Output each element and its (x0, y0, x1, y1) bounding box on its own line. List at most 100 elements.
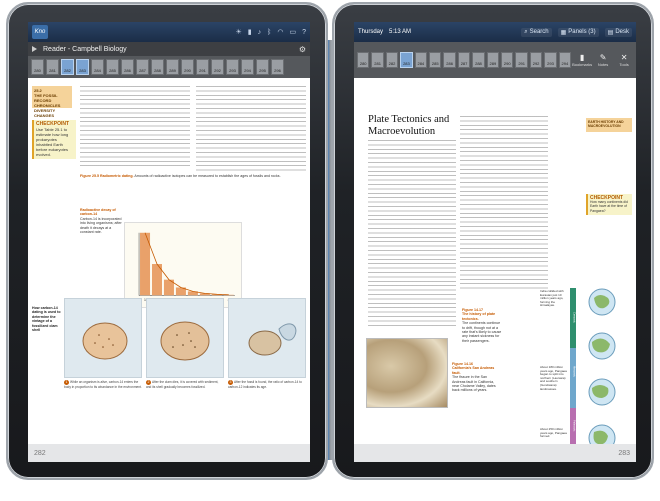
figure-14-16-caption: Figure 14.16 California's San Andreas fa… (452, 362, 496, 393)
page-thumbnail[interactable]: 281 (46, 59, 59, 75)
clam-fossil-illustration: 1 While an organism is alive, carbon-14 e… (30, 298, 308, 398)
era-paleozoic: Paleozoic (572, 420, 576, 432)
body-text-column-2 (196, 86, 306, 172)
right-body-column-2 (460, 116, 548, 292)
page-thumbnail[interactable]: 286 (121, 59, 134, 75)
right-page-number: 283 (618, 449, 630, 457)
page-thumbnail[interactable]: 290 (181, 59, 194, 75)
page-thumbnail[interactable]: 282 (61, 59, 74, 75)
page-thumbnail[interactable]: 296 (271, 59, 284, 75)
illustration-panel-3 (228, 298, 306, 378)
chart-box-title: Radioactive decay of carbon-14 (80, 208, 116, 217)
page-thumbnail[interactable]: 284 (414, 52, 428, 68)
page-thumbnail[interactable]: 287 (457, 52, 471, 68)
page-thumbnail[interactable]: 281 (371, 52, 384, 68)
left-page-strip: 280 281 282 283 284 285 286 287 288 289 290 291 292 2… (28, 56, 310, 78)
page-thumbnail[interactable]: 291 (196, 59, 209, 75)
right-page-number-bar: 283 (354, 444, 636, 462)
panel-caption-3: 3 After the fossil is found, the ratio of… (228, 380, 302, 389)
illustration-panel-1 (64, 298, 142, 378)
chart-description: Radioactive decay of carbon-14 Carbon-14… (80, 208, 122, 234)
page-thumbnail[interactable]: 292 (529, 52, 543, 68)
page-thumbnail[interactable]: 288 (151, 59, 164, 75)
page-thumbnail[interactable]: 285 (429, 52, 442, 68)
page-thumbnail[interactable]: 283 (400, 52, 413, 68)
strip-tool-label: Bookmarks (572, 62, 593, 67)
plate-tectonics-timeline: India collided with Eurasian just 10 mil… (540, 288, 630, 458)
left-page: 25.2 THE FOSSIL RECORD CHRONICLES DIVERS… (28, 78, 310, 462)
tools-icon: ✕ (620, 53, 628, 62)
page-thumbnail[interactable]: 293 (226, 59, 239, 75)
page-thumbnail[interactable]: 280 (357, 52, 370, 68)
page-thumbnail[interactable]: 295 (256, 59, 269, 75)
page-thumbnail[interactable]: 292 (211, 59, 224, 75)
page-thumbnail[interactable]: 294 (558, 52, 572, 68)
page-thumbnail[interactable]: 283 (76, 59, 89, 75)
checkpoint-box: CHECKPOINT Use Table 25.1 to estimate ho… (32, 120, 76, 159)
bookmark-icon: ▮ (579, 53, 585, 62)
globe-label-3: About 250 million years ago, Pangaea for… (540, 427, 567, 439)
page-thumbnail[interactable]: 290 (501, 52, 514, 68)
search-button[interactable]: ⌕ Search (521, 27, 552, 37)
illustration-panel-2 (146, 298, 224, 378)
san-andreas-photo (366, 338, 448, 408)
search-icon: ⌕ (524, 28, 528, 35)
time-label: 5:13 AM (389, 29, 412, 35)
page-thumbnail[interactable]: 282 (385, 52, 399, 68)
page-thumbnail[interactable]: 291 (515, 52, 528, 68)
desk-button[interactable]: ▤ Desk (604, 27, 632, 37)
panels-button[interactable]: ▦ Panels (3) (557, 27, 599, 37)
page-thumbnail[interactable]: 293 (544, 52, 557, 68)
page-thumbnail[interactable]: 284 (91, 59, 104, 75)
strip-tool-label: Notes (597, 62, 609, 67)
panel-caption-2: 2 After the clam dies, it is covered with… (146, 380, 219, 389)
gear-icon[interactable]: ⚙ (299, 45, 306, 54)
play-icon[interactable] (32, 46, 37, 52)
section-title: THE FOSSIL RECORD CHRONICLES DIVERSITY C… (34, 93, 61, 118)
bluetooth-icon[interactable]: ᛒ (267, 29, 271, 36)
dual-tablet-scene: Kno ☀ ▮ ♪ ᛒ ◠ ▭ ? Reader - Campbell Biol… (0, 0, 660, 501)
bookmark-icon[interactable]: ▮ (248, 28, 252, 36)
brightness-icon[interactable]: ☀ (236, 28, 242, 36)
page-thumbnail[interactable]: 285 (106, 59, 119, 75)
figure-number: Figure 25.5 (80, 174, 99, 178)
page-thumbnail[interactable]: 289 (486, 52, 500, 68)
reader-tools: ▮ Bookmarks ✎ Notes ✕ Tools (572, 53, 633, 67)
page-thumbnail[interactable]: 289 (166, 59, 179, 75)
page-thumbnail[interactable]: 287 (136, 59, 149, 75)
strip-tool-tools[interactable]: ✕ Tools (615, 53, 633, 67)
right-section-box: EARTH HISTORY AND MACROEVOLUTION (586, 118, 632, 132)
chart-box-desc: Carbon-14 is incorporated into living or… (80, 216, 122, 235)
figure-caption: Figure 25.5 Radiometric dating. Amounts … (80, 174, 306, 178)
page-thumbnail[interactable]: 280 (31, 59, 44, 75)
right-top-bar: Thursday 5:13 AM ⌕ Search ▦ Panels (3) ▤ De… (354, 22, 636, 42)
right-checkpoint-text: How many continents did Earth have at th… (590, 200, 628, 213)
right-checkpoint-box: CHECKPOINT How many continents did Earth… (586, 194, 632, 215)
desk-icon: ▤ (607, 29, 614, 36)
body-text-column-1 (80, 86, 190, 166)
left-tablet: Kno ☀ ▮ ♪ ᛒ ◠ ▭ ? Reader - Campbell Biol… (6, 2, 328, 480)
figure-14-17-caption: Figure 14.17 The history of plate tecton… (462, 308, 502, 343)
page-thumbnail[interactable]: 288 (472, 52, 485, 68)
battery-icon: ▭ (289, 29, 297, 36)
reader-title: Reader - Campbell Biology (43, 45, 127, 53)
globe-label-1: India collided with Eurasian just 10 mil… (540, 289, 564, 308)
section-box: 25.2 THE FOSSIL RECORD CHRONICLES DIVERS… (32, 86, 72, 118)
kno-logo[interactable]: Kno (32, 25, 48, 39)
figure-title: Radiometric dating. (99, 174, 134, 178)
page-thumbnail[interactable]: 294 (241, 59, 254, 75)
help-icon[interactable]: ? (302, 29, 306, 36)
wifi-icon[interactable]: ◠ (277, 28, 283, 36)
notes-icon: ✎ (599, 53, 607, 62)
microphone-icon[interactable]: ♪ (258, 29, 262, 36)
right-tablet: Thursday 5:13 AM ⌕ Search ▦ Panels (3) ▤ De… (332, 2, 654, 480)
carbon-14-decay-chart: 12345678 (124, 222, 242, 308)
left-screen: Kno ☀ ▮ ♪ ᛒ ◠ ▭ ? Reader - Campbell Biol… (28, 22, 310, 462)
right-screen: Thursday 5:13 AM ⌕ Search ▦ Panels (3) ▤ De… (354, 22, 636, 462)
strip-tool-bookmarks[interactable]: ▮ Bookmarks (572, 53, 593, 67)
strip-tool-notes[interactable]: ✎ Notes (594, 53, 612, 67)
figure-caption-text: Amounts of radioactive isotopes can be m… (134, 174, 281, 178)
page-thumbnail[interactable]: 286 (443, 52, 456, 68)
left-page-number-bar: 282 (28, 444, 310, 462)
checkpoint-text: Use Table 25.1 to estimate how long prok… (36, 127, 69, 157)
